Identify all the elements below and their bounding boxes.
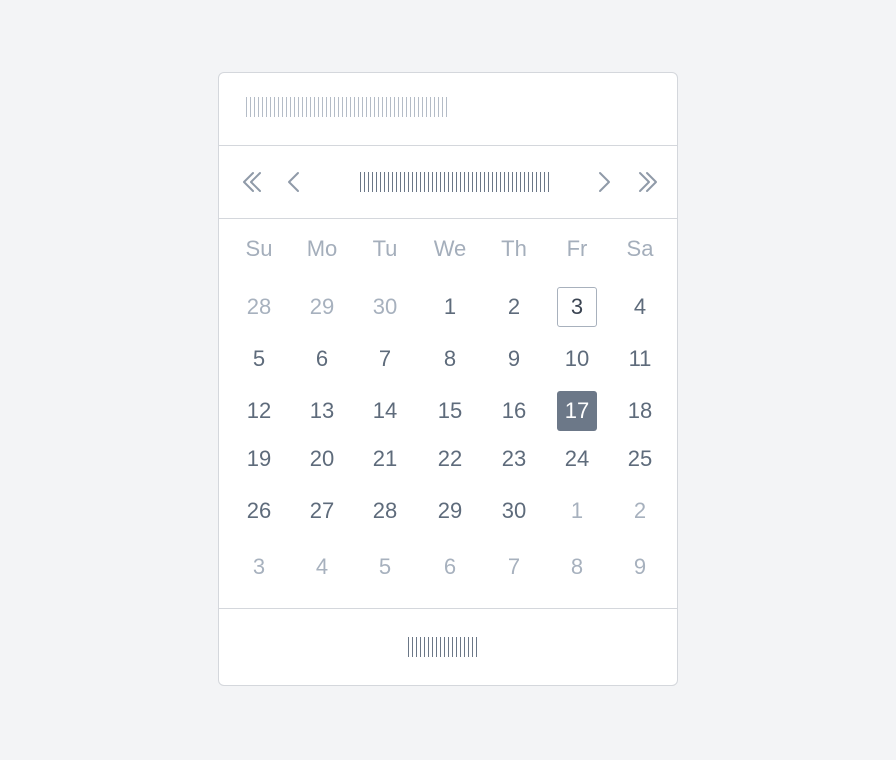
today-button[interactable] [408,637,480,657]
day-cell[interactable]: 4 [620,287,660,327]
day-cell[interactable]: 20 [302,439,342,479]
day-cell[interactable]: 30 [494,491,534,531]
day-cell[interactable]: 1 [557,491,597,531]
day-cell[interactable]: 8 [557,547,597,587]
date-input-row[interactable] [219,73,677,146]
day-cell[interactable]: 9 [620,547,660,587]
double-chevron-right-icon[interactable] [633,167,663,197]
day-cell[interactable]: 3 [239,547,279,587]
month-year-label[interactable] [360,172,552,192]
day-cell[interactable]: 24 [557,439,597,479]
day-cell-selected[interactable]: 17 [557,391,597,431]
day-cell[interactable]: 2 [620,491,660,531]
calendar-footer [219,608,677,685]
day-cell[interactable]: 13 [302,391,342,431]
day-cell[interactable]: 5 [365,547,405,587]
day-cell[interactable]: 15 [430,391,470,431]
day-cell[interactable]: 12 [239,391,279,431]
weekday-label: Mo [306,236,338,261]
day-cell[interactable]: 14 [365,391,405,431]
day-cell[interactable]: 18 [620,391,660,431]
weekday-label: We [433,236,467,261]
weekday-label: Fr [566,236,588,261]
day-cell[interactable]: 23 [494,439,534,479]
day-cell[interactable]: 7 [494,547,534,587]
date-input-placeholder[interactable] [246,97,450,117]
weekday-label: Tu [372,236,398,261]
day-cell[interactable]: 5 [239,339,279,379]
weekday-label: Sa [626,236,654,261]
day-cell[interactable]: 10 [557,339,597,379]
day-cell[interactable]: 25 [620,439,660,479]
day-cell[interactable]: 6 [302,339,342,379]
day-cell-today[interactable]: 3 [557,287,597,327]
weekday-label: Th [501,236,527,261]
day-cell[interactable]: 11 [620,339,660,379]
chevron-right-icon[interactable] [589,167,619,197]
day-cell[interactable]: 16 [494,391,534,431]
weekday-label: Su [245,236,273,261]
day-cell[interactable]: 19 [239,439,279,479]
date-picker: Su Mo Tu We Th Fr Sa 28 29 30 1 2 3 4 5 6 7 8 9 10 11 12 13 14 1… [218,72,678,686]
day-cell[interactable]: 7 [365,339,405,379]
day-cell[interactable]: 9 [494,339,534,379]
day-cell[interactable]: 29 [430,491,470,531]
double-chevron-left-icon[interactable] [237,167,267,197]
day-cell[interactable]: 8 [430,339,470,379]
calendar-header [219,145,677,219]
day-cell[interactable]: 4 [302,547,342,587]
day-cell[interactable]: 2 [494,287,534,327]
day-cell[interactable]: 1 [430,287,470,327]
day-cell[interactable]: 22 [430,439,470,479]
day-cell[interactable]: 6 [430,547,470,587]
day-cell[interactable]: 29 [302,287,342,327]
day-cell[interactable]: 30 [365,287,405,327]
day-cell[interactable]: 28 [239,287,279,327]
day-cell[interactable]: 21 [365,439,405,479]
day-cell[interactable]: 26 [239,491,279,531]
chevron-left-icon[interactable] [279,167,309,197]
day-cell[interactable]: 27 [302,491,342,531]
day-cell[interactable]: 28 [365,491,405,531]
